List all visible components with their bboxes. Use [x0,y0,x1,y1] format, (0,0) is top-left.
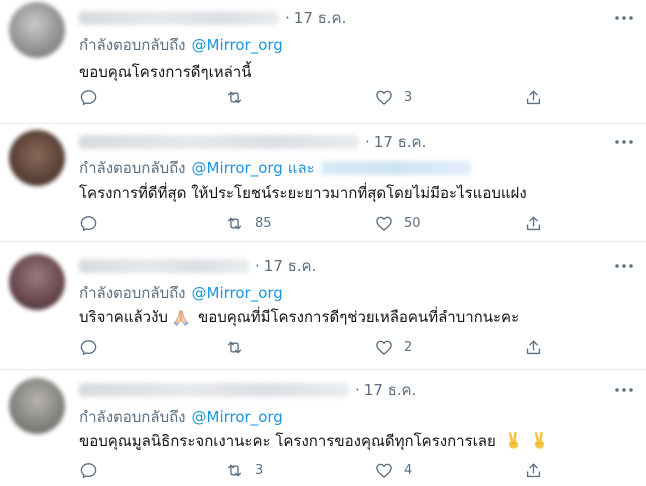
tweet-header: · 17 ธ.ค. [79,380,416,400]
reply-tweet[interactable]: · 17 ธ.ค. กำลังตอบกลับถึง @Mirror_org ขอ… [0,0,646,124]
separator-dot: · [355,381,360,399]
like-button[interactable]: 50 [374,212,421,234]
retweet-icon [227,217,242,229]
like-count: 50 [404,215,421,231]
heart-icon [376,463,392,478]
tweet-text: บริจาคแล้วงับ ขอบคุณที่มีโครงการดีๆช่วยเ… [79,305,519,329]
share-button[interactable] [524,459,543,481]
tweet-text: โครงการที่ดีที่สุด ให้ประโยชน์ระยะยาวมาก… [79,181,527,205]
tweet-actions: 3 4 [79,459,549,481]
mention-link[interactable]: @Mirror_org [192,159,283,177]
tweet-text-part-1: บริจาคแล้วงับ [79,308,168,326]
tweet-date[interactable]: 17 ธ.ค. [364,378,417,402]
share-button[interactable] [524,86,543,108]
tweet-text: ขอบคุณโครงการดีๆเหล่านี้ [79,60,251,84]
heart-icon [376,90,392,105]
like-count: 3 [404,89,413,105]
heart-icon [376,216,392,231]
replying-to: กำลังตอบกลับถึง @Mirror_org [79,405,283,429]
avatar[interactable] [9,254,65,310]
praying-hands-emoji-icon [173,310,189,326]
more-options-icon[interactable] [614,380,634,400]
tweet-text-content: โครงการที่ดีที่สุด ให้ประโยชน์ระยะยาวมาก… [79,184,527,202]
tweet-actions: 3 [79,86,549,108]
retweet-button[interactable] [224,336,255,358]
avatar[interactable] [9,130,65,186]
mention-link[interactable]: @Mirror_org [192,408,283,426]
replying-to-label: กำลังตอบกลับถึง [79,36,186,54]
tweet-date[interactable]: 17 ธ.ค. [374,130,427,154]
like-button[interactable]: 4 [374,459,412,481]
share-button[interactable] [524,336,543,358]
reply-tweet[interactable]: · 17 ธ.ค. กำลังตอบกลับถึง @Mirror_org บร… [0,242,646,370]
reply-tweet[interactable]: · 17 ธ.ค. กำลังตอบกลับถึง @Mirror_org แล… [0,124,646,242]
tweet-actions: 85 50 [79,212,549,234]
retweet-button[interactable]: 3 [224,459,263,481]
and-label: และ [287,159,315,177]
reply-button[interactable] [79,212,98,234]
more-options-icon[interactable] [614,8,634,28]
separator-dot: · [365,133,370,151]
share-button[interactable] [524,212,543,234]
reply-button[interactable] [79,336,98,358]
tweet-text-content: ขอบคุณมูลนิธิกระจกเงานะคะ โครงการของคุณด… [79,432,496,450]
replying-to-label: กำลังตอบกลับถึง [79,408,186,426]
like-button[interactable]: 3 [374,86,412,108]
separator-dot: · [255,257,260,275]
like-count: 2 [404,339,413,355]
mention-link[interactable]: @Mirror_org [192,36,283,54]
tweet-text-content: ขอบคุณโครงการดีๆเหล่านี้ [79,63,252,81]
like-count: 4 [404,462,413,478]
replying-to: กำลังตอบกลับถึง @Mirror_org และ [79,156,471,180]
author-name[interactable] [79,383,349,397]
heart-icon [376,340,392,355]
share-icon [526,339,541,354]
reply-icon [80,89,97,105]
share-icon [526,462,541,477]
reply-icon [80,215,97,231]
author-name[interactable] [79,11,279,25]
reply-icon [80,339,97,355]
replying-to: กำลังตอบกลับถึง @Mirror_org [79,281,283,305]
reply-feed: · 17 ธ.ค. กำลังตอบกลับถึง @Mirror_org ขอ… [0,0,646,486]
tweet-header: · 17 ธ.ค. [79,8,346,28]
tweet-text-part-2: ขอบคุณที่มีโครงการดีๆช่วยเหลือคนที่ลำบาก… [197,308,520,326]
mention-link[interactable]: @Mirror_org [192,284,283,302]
retweet-icon [227,341,242,353]
more-options-icon[interactable] [614,256,634,276]
retweet-button[interactable]: 85 [224,212,272,234]
additional-mentions[interactable] [320,161,471,175]
avatar[interactable] [9,2,65,58]
share-icon [526,89,541,104]
tweet-date[interactable]: 17 ธ.ค. [294,6,347,30]
avatar[interactable] [9,378,65,434]
tweet-header: · 17 ธ.ค. [79,256,316,276]
like-button[interactable]: 2 [374,336,412,358]
tweet-header: · 17 ธ.ค. [79,132,426,152]
reply-button[interactable] [79,86,98,108]
tweet-date[interactable]: 17 ธ.ค. [264,254,317,278]
retweet-icon [227,464,242,476]
retweet-button[interactable] [224,86,255,108]
separator-dot: · [285,9,290,27]
replying-to: กำลังตอบกลับถึง @Mirror_org [79,33,283,57]
reply-button[interactable] [79,459,98,481]
tweet-actions: 2 [79,336,549,358]
reply-tweet[interactable]: · 17 ธ.ค. กำลังตอบกลับถึง @Mirror_org ขอ… [0,370,646,486]
more-options-icon[interactable] [614,132,634,152]
retweet-count: 3 [255,462,264,478]
reply-icon [80,462,97,478]
share-icon [526,215,541,230]
victory-hand-emoji-icon [534,431,544,449]
victory-hand-emoji-icon [508,431,518,449]
replying-to-label: กำลังตอบกลับถึง [79,284,186,302]
author-name[interactable] [79,259,249,273]
retweet-count: 85 [255,215,272,231]
replying-to-label: กำลังตอบกลับถึง [79,159,186,177]
retweet-icon [227,91,242,103]
author-name[interactable] [79,135,359,149]
tweet-text: ขอบคุณมูลนิธิกระจกเงานะคะ โครงการของคุณด… [79,429,553,453]
